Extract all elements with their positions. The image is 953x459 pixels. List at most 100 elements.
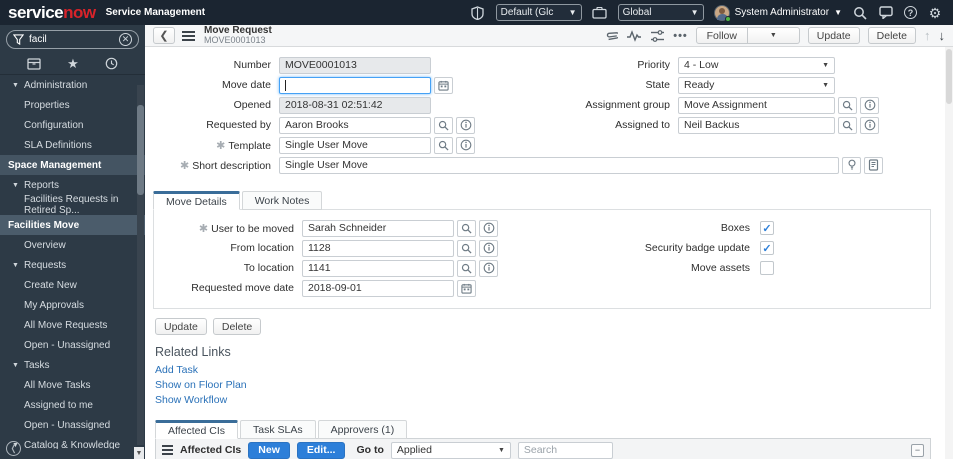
edit-button[interactable]: Edit... — [297, 442, 346, 459]
from-location-field[interactable]: 1128 — [302, 240, 454, 257]
application-picker[interactable]: Default (Glc ▼ — [496, 4, 582, 21]
move-date-field[interactable] — [279, 77, 431, 94]
sidebar-scrollbar[interactable] — [137, 85, 144, 445]
connect-chat-icon[interactable] — [878, 5, 894, 21]
reference-lookup-icon[interactable] — [457, 220, 476, 237]
boxes-checkbox[interactable]: ✓ — [760, 221, 774, 235]
nav-item-my-approvals[interactable]: My Approvals — [0, 295, 145, 315]
collapse-list-icon[interactable]: − — [911, 444, 924, 457]
tab-work-notes[interactable]: Work Notes — [242, 191, 323, 210]
clear-filter-icon[interactable]: ✕ — [119, 33, 132, 46]
nav-item-configuration[interactable]: Configuration — [0, 115, 145, 135]
nav-item-assigned-to-me[interactable]: Assigned to me — [0, 395, 145, 415]
user-to-be-moved-field[interactable]: Sarah Schneider — [302, 220, 454, 237]
short-description-field[interactable]: Single User Move — [279, 157, 839, 174]
back-button[interactable]: ❮ — [153, 27, 175, 44]
nav-item-open-unassigned-requests[interactable]: Open - Unassigned — [0, 335, 145, 355]
security-badge-update-checkbox[interactable]: ✓ — [760, 241, 774, 255]
help-icon[interactable]: ? — [904, 6, 917, 19]
preview-record-icon[interactable] — [479, 260, 498, 277]
navigator-filter-value[interactable]: facil — [29, 34, 114, 45]
reference-lookup-icon[interactable] — [838, 117, 857, 134]
preview-record-icon[interactable] — [860, 117, 879, 134]
nav-group-catalog-knowledge[interactable]: ▼Catalog & Knowledge — [0, 435, 145, 449]
tab-approvers[interactable]: Approvers (1) — [318, 420, 408, 439]
list-context-menu-icon[interactable] — [162, 445, 173, 455]
state-select[interactable]: Ready▼ — [678, 77, 835, 94]
more-options-icon[interactable]: ••• — [673, 30, 688, 42]
favorites-star-icon[interactable]: ★ — [67, 56, 79, 72]
requested-move-date-field[interactable]: 2018-09-01 — [302, 280, 454, 297]
reference-lookup-icon[interactable] — [457, 260, 476, 277]
requested-by-field[interactable]: Aaron Brooks — [279, 117, 431, 134]
preview-record-icon[interactable] — [456, 117, 475, 134]
nav-item-overview[interactable]: Overview — [0, 235, 145, 255]
nav-item-all-move-tasks[interactable]: All Move Tasks — [0, 375, 145, 395]
user-menu[interactable]: System Administrator ▼ — [714, 5, 842, 21]
form-context-menu-icon[interactable] — [182, 31, 195, 41]
template-field[interactable]: Single User Move — [279, 137, 431, 154]
update-button-bottom[interactable]: Update — [155, 318, 207, 335]
nav-item-sla-definitions[interactable]: SLA Definitions — [0, 135, 145, 155]
calendar-icon[interactable] — [434, 77, 453, 94]
personalize-form-icon[interactable] — [650, 30, 665, 42]
nav-group-tasks[interactable]: ▼Tasks — [0, 355, 145, 375]
link-show-workflow[interactable]: Show Workflow — [155, 393, 227, 408]
assignment-group-field[interactable]: Move Assignment — [678, 97, 835, 114]
nav-item-properties[interactable]: Properties — [0, 95, 145, 115]
update-button[interactable]: Update — [808, 27, 860, 44]
scroll-down-arrow-icon[interactable]: ↓ — [939, 28, 946, 43]
delete-button-bottom[interactable]: Delete — [213, 318, 261, 335]
nav-app-facilities-move[interactable]: Facilities Move — [0, 215, 145, 235]
scroll-up-arrow-icon[interactable]: ↑ — [924, 28, 931, 43]
move-assets-checkbox[interactable] — [760, 261, 774, 275]
application-scope-icon[interactable] — [470, 5, 486, 21]
main-scroll-thumb[interactable] — [946, 49, 952, 104]
list-search-input[interactable] — [518, 442, 613, 459]
link-add-task[interactable]: Add Task — [155, 363, 198, 378]
suggestion-lightbulb-icon[interactable] — [842, 157, 861, 174]
domain-picker[interactable]: Global ▼ — [618, 4, 704, 21]
delete-button[interactable]: Delete — [868, 27, 916, 44]
tab-task-slas[interactable]: Task SLAs — [240, 420, 316, 439]
calendar-icon[interactable] — [457, 280, 476, 297]
tab-affected-cis[interactable]: Affected CIs — [155, 420, 238, 439]
preview-record-icon[interactable] — [479, 220, 498, 237]
preview-record-icon[interactable] — [860, 97, 879, 114]
follow-dropdown-icon[interactable]: ▼ — [748, 27, 800, 44]
nav-group-reports[interactable]: ▼Reports — [0, 175, 145, 195]
all-applications-icon[interactable] — [27, 58, 41, 70]
main-scrollbar[interactable] — [945, 47, 953, 459]
nav-group-administration[interactable]: ▼Administration — [0, 75, 145, 95]
goto-column-select[interactable]: Applied▼ — [391, 442, 511, 459]
reference-lookup-icon[interactable] — [457, 240, 476, 257]
global-search-icon[interactable] — [852, 5, 868, 21]
activity-stream-icon[interactable] — [626, 30, 642, 42]
sidebar-scroll-down-icon[interactable]: ▼ — [134, 447, 144, 459]
nav-item-create-new[interactable]: Create New — [0, 275, 145, 295]
new-button[interactable]: New — [248, 442, 290, 459]
attachment-paperclip-icon[interactable] — [605, 29, 618, 43]
nav-app-space-management[interactable]: Space Management — [0, 155, 145, 175]
history-clock-icon[interactable] — [105, 57, 118, 70]
reference-lookup-icon[interactable] — [838, 97, 857, 114]
preview-record-icon[interactable] — [479, 240, 498, 257]
reference-lookup-icon[interactable] — [434, 137, 453, 154]
preview-record-icon[interactable] — [456, 137, 475, 154]
to-location-field[interactable]: 1141 — [302, 260, 454, 277]
follow-button[interactable]: Follow — [696, 27, 748, 44]
nav-item-facilities-requests-retired[interactable]: Facilities Requests in Retired Sp... — [0, 195, 145, 215]
nav-item-all-move-requests[interactable]: All Move Requests — [0, 315, 145, 335]
settings-gear-icon[interactable]: ⚙ — [927, 5, 943, 21]
link-show-on-floor-plan[interactable]: Show on Floor Plan — [155, 378, 247, 393]
nav-item-open-unassigned-tasks[interactable]: Open - Unassigned — [0, 415, 145, 435]
collapse-navigator-icon[interactable]: ❬ — [6, 441, 21, 456]
sidebar-scroll-thumb[interactable] — [137, 105, 144, 195]
priority-select[interactable]: 4 - Low▼ — [678, 57, 835, 74]
nav-group-requests[interactable]: ▼Requests — [0, 255, 145, 275]
tab-move-details[interactable]: Move Details — [153, 191, 240, 210]
update-set-icon[interactable] — [592, 5, 608, 21]
reference-lookup-icon[interactable] — [434, 117, 453, 134]
navigator-filter[interactable]: facil ✕ — [6, 30, 139, 49]
servicenow-logo[interactable]: service now — [8, 3, 96, 23]
